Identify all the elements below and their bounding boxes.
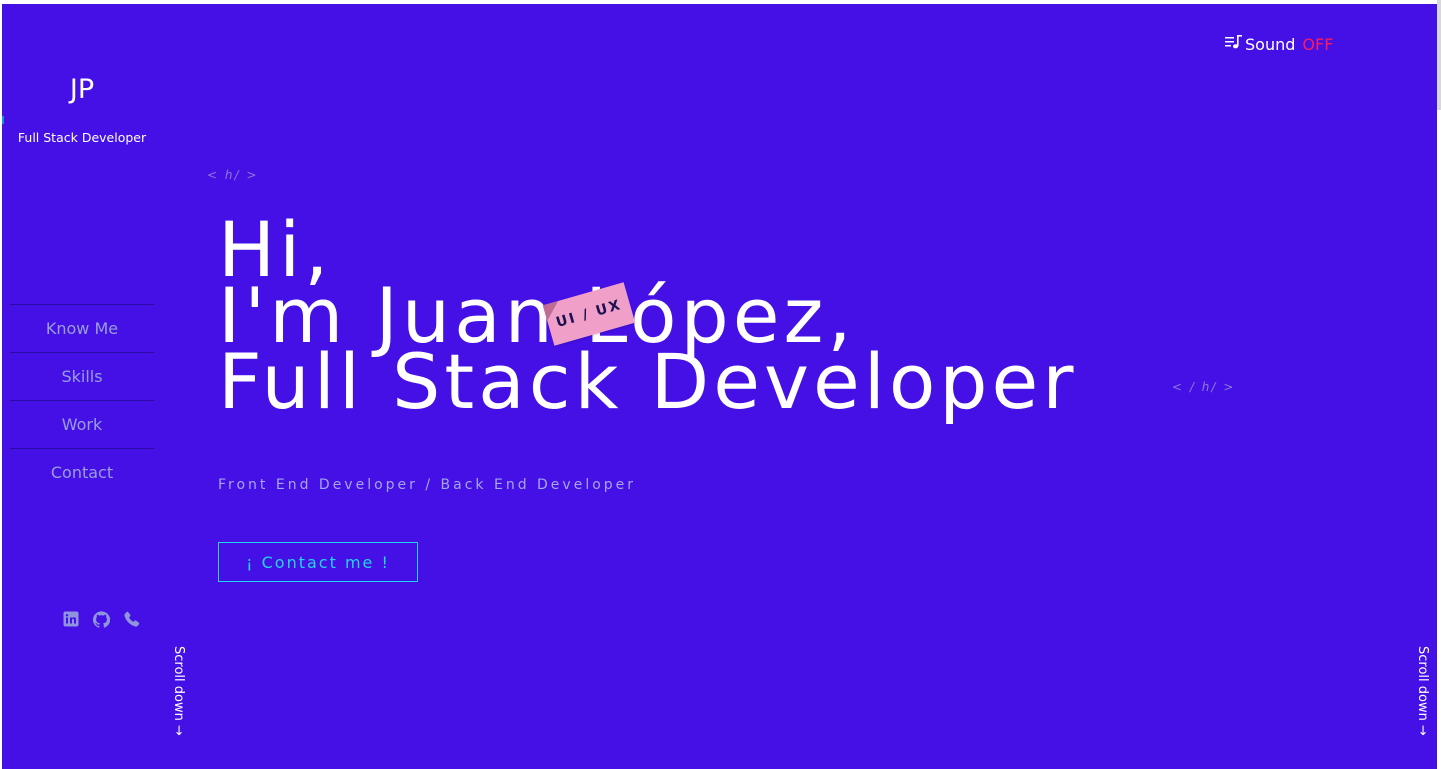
html-tag-open: < h/ > bbox=[207, 168, 259, 182]
scrollbar-thumb[interactable] bbox=[1437, 0, 1441, 110]
sound-toggle[interactable]: Sound OFF bbox=[1225, 34, 1333, 54]
scroll-down-right[interactable]: Scroll down → bbox=[1415, 646, 1430, 736]
nav-item-contact[interactable]: Contact bbox=[10, 448, 154, 496]
playlist-music-icon bbox=[1225, 34, 1243, 54]
github-icon[interactable] bbox=[92, 610, 110, 628]
nav-item-work[interactable]: Work bbox=[10, 400, 154, 448]
contact-me-button[interactable]: ¡ Contact me ! bbox=[218, 542, 418, 582]
page: JP Full Stack Developer Know Me Skills W… bbox=[2, 4, 1437, 769]
brand-role: Full Stack Developer bbox=[17, 130, 147, 145]
sound-label: Sound bbox=[1245, 34, 1296, 54]
sticker-label: UI / UX bbox=[554, 296, 624, 332]
brand-logo[interactable]: JP bbox=[2, 74, 162, 105]
nav-item-know-me[interactable]: Know Me bbox=[10, 304, 154, 352]
hero-title: Full Stack Developer bbox=[218, 337, 1078, 426]
hero-subtitle: Front End Developer / Back End Developer bbox=[218, 477, 637, 493]
sidebar: JP Full Stack Developer Know Me Skills W… bbox=[2, 4, 162, 769]
phone-icon[interactable] bbox=[122, 610, 140, 628]
social-links bbox=[62, 610, 140, 628]
html-tag-close: < / h/ > bbox=[1172, 380, 1236, 394]
main-nav: Know Me Skills Work Contact bbox=[10, 304, 154, 496]
linkedin-icon[interactable] bbox=[62, 610, 80, 628]
scroll-down-left[interactable]: Scroll down → bbox=[171, 646, 186, 736]
sound-state: OFF bbox=[1302, 34, 1334, 54]
nav-item-skills[interactable]: Skills bbox=[10, 352, 154, 400]
